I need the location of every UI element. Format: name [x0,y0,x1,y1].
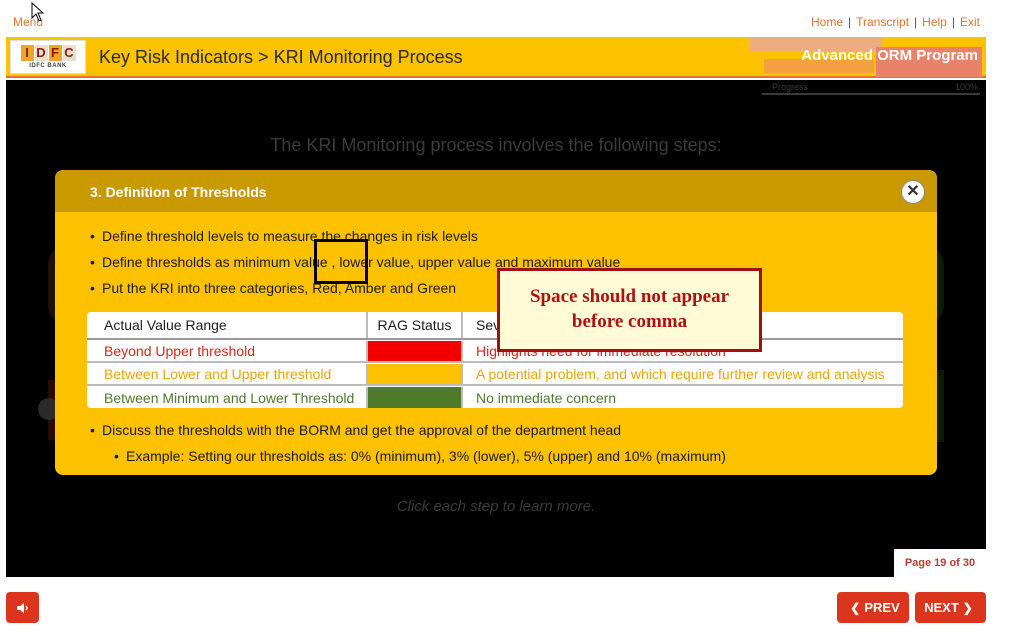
rag-status-cell [368,387,463,408]
program-title: Advanced ORM Program [801,47,978,64]
bullet-text: Put the KRI into three categories, Red, … [102,280,457,296]
table-row: Between Minimum and Lower Threshold No i… [87,387,903,408]
top-nav: Home | Transcript | Help | Exit [811,15,980,29]
chevron-right-icon: ❯ [962,600,973,615]
range-cell: Beyond Upper threshold [87,341,368,361]
rag-table: Actual Value Range RAG Status Severity B… [87,312,903,408]
progress-label: Progress [772,82,809,92]
chevron-left-icon: ❮ [850,600,861,615]
prev-button[interactable]: ❮ PREV [837,592,909,623]
exit-link[interactable]: Exit [960,15,980,29]
logo-letter: D [34,45,48,61]
nav-separator: | [848,15,852,29]
threshold-popup: 3. Definition of Thresholds ✕ • Define th… [55,170,937,475]
bullet-item: • Discuss the thresholds with the BORM an… [90,422,621,438]
logo-subtitle: IDFC BANK [29,63,67,69]
page-indicator: Page 19 of 30 [894,549,986,577]
home-link[interactable]: Home [811,15,843,29]
logo-letter: F [48,45,62,61]
severity-cell: A potential problem, and which require f… [476,366,885,382]
header-bar: I D F C IDFC BANK Key Risk Indicators > … [6,37,986,78]
column-header: Actual Value Range [87,312,368,338]
sub-bullet-text: Example: Setting our thresholds as: 0% (… [126,448,726,464]
progress-track [762,93,980,95]
table-header-row: Actual Value Range RAG Status Severity [87,312,903,340]
bullet-item: • Put the KRI into three categories, Red,… [90,280,456,296]
prev-label: PREV [864,600,900,615]
logo-letter: C [62,45,76,61]
logo-letters: I D F C [20,45,76,61]
bullet-icon: • [90,422,95,438]
range-cell: Between Minimum and Lower Threshold [87,387,368,408]
next-button[interactable]: NEXT ❯ [915,592,986,623]
bullet-icon: • [90,254,95,270]
progress-value: 100% [954,82,978,92]
table-row: Beyond Upper threshold Highlights need f… [87,341,903,363]
review-highlight-box [314,239,368,284]
popup-title: 3. Definition of Thresholds [90,184,267,200]
close-icon: ✕ [906,183,920,200]
speaker-icon [16,602,28,613]
bullet-text: Define threshold levels to measure the c… [102,228,478,244]
logo-letter: I [20,45,34,61]
column-header: RAG Status [368,312,463,338]
next-label: NEXT [924,600,959,615]
sub-bullet-item: • Example: Setting our thresholds as: 0% … [114,448,726,464]
audio-button[interactable] [6,592,39,623]
rag-status-cell [368,341,463,361]
range-cell: Between Lower and Upper threshold [87,364,368,384]
progress-indicator: Progress 100% [762,82,980,95]
rag-swatch-red [368,341,461,361]
bullet-icon: • [90,280,95,296]
instruction-hint: Click each step to learn more. [396,498,596,515]
rag-swatch-green [368,387,461,408]
nav-separator: | [914,15,918,29]
bullet-text: Discuss the thresholds with the BORM and… [102,422,622,438]
table-row: Between Lower and Upper threshold A pote… [87,364,903,386]
mouse-cursor-icon [31,2,45,22]
page-title: Key Risk Indicators > KRI Monitoring Pro… [99,47,463,67]
app-root: Menu Home | Transcript | Help | Exit I D… [0,0,1026,642]
program-banner: Advanced ORM Program [750,37,986,77]
nav-separator: | [951,15,955,29]
bullet-icon: • [90,228,95,244]
rag-status-cell [368,364,463,384]
close-button[interactable]: ✕ [901,180,925,204]
idfc-logo: I D F C IDFC BANK [10,40,86,74]
bullet-icon: • [114,448,119,464]
severity-cell: No immediate concern [476,389,617,406]
rag-swatch-amber [368,364,461,384]
intro-heading: The KRI Monitoring process involves the … [270,135,722,155]
progress-fill [762,93,980,95]
review-comment: Space should not appear before comma [497,268,762,352]
transcript-link[interactable]: Transcript [856,15,909,29]
popup-header: 3. Definition of Thresholds ✕ [55,170,937,212]
bullet-item: • Define threshold levels to measure the … [90,228,478,244]
help-link[interactable]: Help [922,15,947,29]
